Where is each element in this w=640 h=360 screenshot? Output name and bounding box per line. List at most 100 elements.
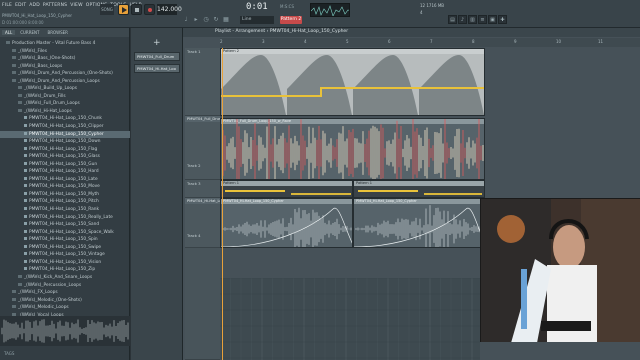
browser-folder[interactable]: Production Master - Vital Future Bass 4 bbox=[0, 40, 130, 48]
browser-file[interactable]: PMWT04_Hi-Hat_Loop_150_Vintage bbox=[0, 251, 130, 259]
browser-file[interactable]: PMWT04_Hi-Hat_Loop_150_Chunk bbox=[0, 115, 130, 123]
step-edit-icon[interactable]: ▦ bbox=[222, 16, 230, 24]
hihat-clip-a[interactable]: PMWT04_Hi-Hat_Loop_150_Cypher bbox=[220, 198, 353, 248]
pattern-selector[interactable]: Pattern 2 bbox=[280, 16, 302, 24]
browser-file[interactable]: PMWT04_Hi-Hat_Loop_150_Gun bbox=[0, 161, 130, 169]
browser-item-label: _(WAVs)_Drum_Fills bbox=[24, 93, 66, 99]
menu-add[interactable]: ADD bbox=[29, 3, 40, 8]
song-mode-toggle[interactable]: SONG bbox=[100, 4, 114, 15]
browser-folder[interactable]: _(WAVs)_Full_Drum_Loops bbox=[0, 100, 130, 108]
browser-file[interactable]: PMWT04_Hi-Hat_Loop_150_Move bbox=[0, 183, 130, 191]
preview-waveform bbox=[1, 319, 129, 343]
pattern-1-clip-a[interactable]: Pattern 1 bbox=[220, 180, 353, 198]
audio-file-icon bbox=[24, 116, 27, 120]
browser-folder[interactable]: _(WAVs)_Kick_And_Snare_Loops bbox=[0, 274, 130, 282]
browser-tab-all[interactable]: ALL bbox=[2, 30, 16, 35]
audio-file-icon bbox=[24, 154, 27, 158]
browser-folder[interactable]: _(WAVs)_Bass_(One-Shots) bbox=[0, 55, 130, 63]
track-header-empty[interactable] bbox=[185, 248, 220, 360]
wait-icon[interactable]: ▸ bbox=[192, 16, 200, 24]
play-button[interactable] bbox=[118, 4, 129, 15]
browser-folder[interactable]: _(WAVs)_Hi-Hat_Loops bbox=[0, 108, 130, 116]
browser-file[interactable]: PMWT04_Hi-Hat_Loop_150_Zip bbox=[0, 266, 130, 274]
browser-folder[interactable]: _(WAVs)_Bass_Loops bbox=[0, 63, 130, 71]
browser-file[interactable]: PMWT04_Hi-Hat_Loop_150_Down bbox=[0, 138, 130, 146]
browser-folder[interactable]: _(WAVs)_Drum_Fills bbox=[0, 93, 130, 101]
playlist-icon[interactable]: ▤ bbox=[448, 15, 457, 24]
add-channel-icon[interactable]: + bbox=[153, 38, 161, 48]
browser-folder[interactable]: _(WAVs)_Files bbox=[0, 48, 130, 56]
browser-file[interactable]: PMWT04_Hi-Hat_Loop_150_Really_Late bbox=[0, 214, 130, 222]
track-header-2[interactable]: PMWT04_Full_Drum_Loop_150_w_Rave Track 2 bbox=[185, 116, 220, 180]
channel-full-drum[interactable]: PMWT04_Full_Drum bbox=[134, 52, 180, 61]
pattern-1-clip-b[interactable]: Pattern 1 bbox=[353, 180, 485, 198]
browser-file[interactable]: PMWT04_Hi-Hat_Loop_150_Flag bbox=[0, 146, 130, 154]
browser-folder[interactable]: _(WAVs)_Drum_And_Percussion_(One-Shots) bbox=[0, 70, 130, 78]
browser-tab-current[interactable]: CURRENT bbox=[17, 30, 42, 35]
empty-track-grid[interactable] bbox=[219, 277, 480, 360]
menu-edit[interactable]: EDIT bbox=[15, 3, 26, 8]
folder-icon bbox=[12, 63, 16, 67]
stop-button[interactable] bbox=[131, 4, 142, 15]
browser-file[interactable]: PMWT04_Hi-Hat_Loop_150_Rank bbox=[0, 206, 130, 214]
menu-patterns[interactable]: PATTERNS bbox=[43, 3, 67, 8]
browser-item-label: PMWT04_Hi-Hat_Loop_150_Zip bbox=[29, 267, 96, 273]
timeline-ruler[interactable]: 2 3 4 5 6 7 8 9 10 11 bbox=[220, 38, 640, 47]
drum-loop-clip[interactable]: PMWT04_Full_Drum_Loop_150_w_Rave bbox=[220, 118, 485, 180]
track-header-3[interactable]: Track 3 bbox=[185, 180, 220, 198]
browser-icon[interactable]: ▣ bbox=[488, 15, 497, 24]
browser-file[interactable]: PMWT04_Hi-Hat_Loop_150_Vision bbox=[0, 259, 130, 267]
browser-file[interactable]: PMWT04_Hi-Hat_Loop_150_Myth bbox=[0, 191, 130, 199]
piano-roll-icon[interactable]: ♪ bbox=[458, 15, 467, 24]
menu-view[interactable]: VIEW bbox=[70, 3, 83, 8]
browser-file[interactable]: PMWT04_Hi-Hat_Loop_150_Space_Walk bbox=[0, 229, 130, 237]
browser-item-label: PMWT04_Hi-Hat_Loop_150_Chunk bbox=[29, 116, 102, 122]
channel-rack-icon[interactable]: ▥ bbox=[468, 15, 477, 24]
browser-item-label: _(WAVs)_Melodic_(One-Shots) bbox=[18, 297, 82, 303]
browser-file[interactable]: PMWT04_Hi-Hat_Loop_150_Swipe bbox=[0, 244, 130, 252]
browser-folder[interactable]: _(WAVs)_Melodic_(One-Shots) bbox=[0, 297, 130, 305]
hihat-waveform bbox=[221, 207, 352, 247]
tempo-display[interactable]: 142.000 bbox=[157, 4, 182, 15]
countdown-icon[interactable]: ◷ bbox=[202, 16, 210, 24]
hihat-clip-b[interactable]: PMWT04_Hi-Hat_Loop_150_Cypher bbox=[353, 198, 485, 248]
audio-file-icon bbox=[24, 139, 27, 143]
track-header-1[interactable]: Track 1 bbox=[185, 48, 220, 116]
browser-file[interactable]: PMWT04_Hi-Hat_Loop_150_Glass bbox=[0, 153, 130, 161]
browser-file[interactable]: PMWT04_Hi-Hat_Loop_150_Clipper bbox=[0, 123, 130, 131]
browser-tab-browser[interactable]: BROWSER bbox=[44, 30, 70, 35]
audio-file-icon bbox=[24, 214, 27, 218]
browser-file[interactable]: PMWT04_Hi-Hat_Loop_150_Pitch bbox=[0, 198, 130, 206]
channel-hi-hat[interactable]: PMWT04_Hi-Hat_Loo bbox=[134, 64, 180, 73]
mixer-icon[interactable]: ≡ bbox=[478, 15, 487, 24]
browser-file[interactable]: PMWT04_Hi-Hat_Loop_150_Hard bbox=[0, 168, 130, 176]
browser-file[interactable]: PMWT04_Hi-Hat_Loop_150_Cypher bbox=[0, 130, 130, 139]
loop-record-icon[interactable]: ↻ bbox=[212, 16, 220, 24]
browser-item-label: PMWT04_Hi-Hat_Loop_150_Vintage bbox=[29, 252, 105, 258]
browser-item-label: PMWT04_Hi-Hat_Loop_150_Vision bbox=[29, 259, 102, 265]
menu-file[interactable]: FILE bbox=[2, 3, 12, 8]
audio-file-icon bbox=[24, 207, 27, 211]
oscilloscope-display bbox=[310, 3, 350, 17]
browser-item-label: _(WAVs)_Drum_And_Percussion_(One-Shots) bbox=[18, 71, 113, 77]
record-button[interactable] bbox=[144, 4, 155, 15]
browser-file[interactable]: PMWT04_Hi-Hat_Loop_150_Sand bbox=[0, 221, 130, 229]
browser-folder[interactable]: _(WAVs)_Melodic_Loops bbox=[0, 304, 130, 312]
plugin-picker-icon[interactable]: ✚ bbox=[498, 15, 507, 24]
track-header-4[interactable]: PMWT04_Hi-Hat_Loop_150_Cypher Track 4 bbox=[185, 198, 220, 248]
bar-number: 9 bbox=[514, 39, 517, 44]
bar-number: 8 bbox=[472, 39, 475, 44]
browser-folder[interactable]: _(WAVs)_Drum_And_Percussion_Loops bbox=[0, 78, 130, 86]
pattern-2-clip[interactable]: Pattern 2 bbox=[220, 48, 485, 116]
browser-file[interactable]: PMWT04_Hi-Hat_Loop_150_Spin bbox=[0, 236, 130, 244]
browser-folder[interactable]: _(WAVs)_Build_Up_Loops bbox=[0, 85, 130, 93]
metronome-icon[interactable]: ♩ bbox=[182, 16, 190, 24]
browser-item-label: _(WAVs)_Bass_(One-Shots) bbox=[18, 56, 76, 62]
browser-folder[interactable]: _(WAVs)_FX_Loops bbox=[0, 289, 130, 297]
browser-file[interactable]: PMWT04_Hi-Hat_Loop_150_Late bbox=[0, 176, 130, 184]
polyphony-readout: 4 bbox=[420, 10, 423, 15]
playhead[interactable] bbox=[222, 48, 223, 360]
browser-folder[interactable]: _(WAVs)_Percussion_Loops bbox=[0, 282, 130, 290]
browser-item-label: _(WAVs)_FX_Loops bbox=[18, 290, 58, 296]
snap-selector[interactable]: Line bbox=[240, 16, 274, 24]
